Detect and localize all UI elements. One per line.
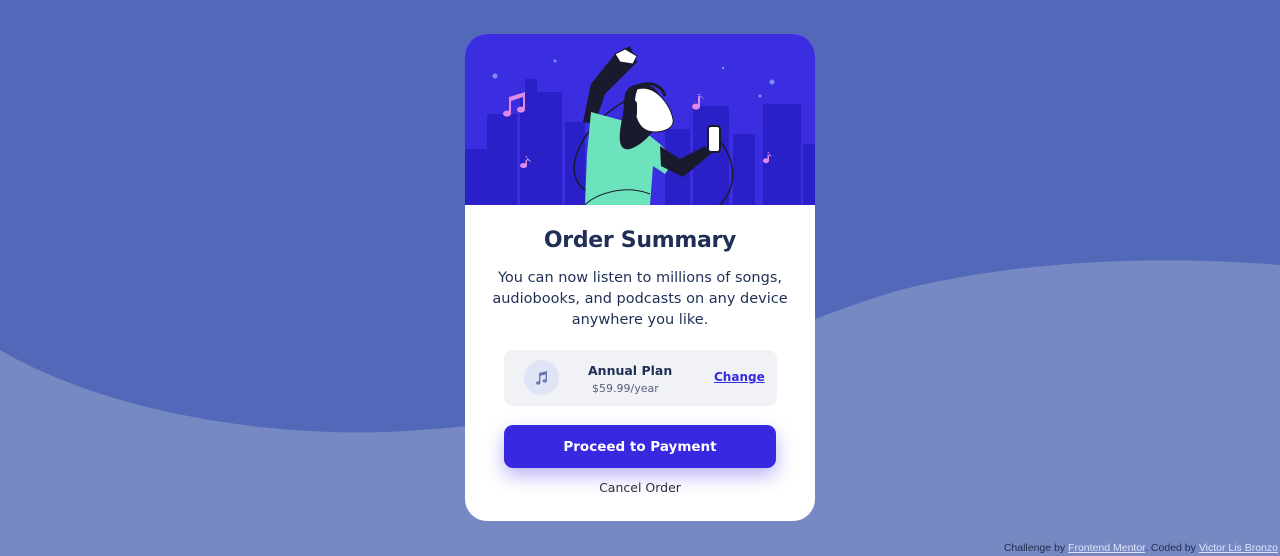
attribution: Challenge by Frontend Mentor. Coded by V… (1004, 542, 1278, 554)
hero-illustration (465, 34, 815, 205)
music-note-icon (524, 360, 559, 395)
proceed-to-payment-button[interactable]: Proceed to Payment (504, 425, 776, 468)
author-link[interactable]: Victor Lis Bronzo (1199, 542, 1278, 554)
plan-price: $59.99/year (592, 382, 659, 395)
attribution-prefix: Challenge by (1003, 542, 1066, 554)
plan-summary: Annual Plan $59.99/year Change (504, 350, 777, 406)
change-plan-link[interactable]: Change (714, 370, 765, 384)
order-summary-card: Order Summary You can now listen to mill… (465, 34, 815, 521)
page-title: Order Summary (543, 228, 737, 253)
frontend-mentor-link[interactable]: Frontend Mentor (1068, 542, 1145, 554)
cancel-order-button[interactable]: Cancel Order (465, 480, 815, 495)
order-description: You can now listen to millions of songs,… (492, 270, 788, 328)
attribution-coded-by: . Coded by (1145, 542, 1196, 554)
plan-name: Annual Plan (588, 363, 673, 378)
